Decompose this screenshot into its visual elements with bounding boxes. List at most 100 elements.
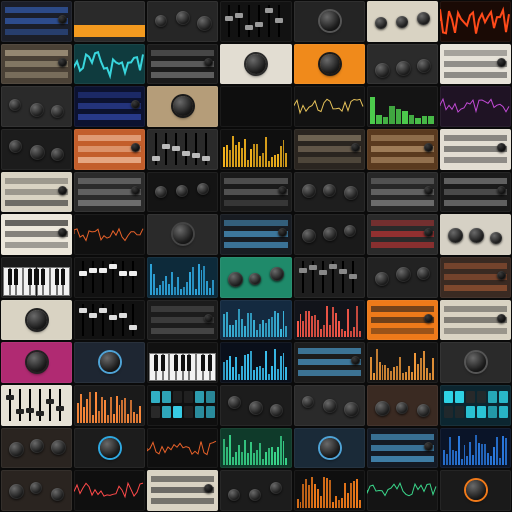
meter-bar — [302, 484, 305, 508]
plugin-tile-bigknob — [439, 342, 511, 383]
fader-cap — [89, 268, 98, 273]
meter-bar — [402, 373, 405, 380]
meter-bar — [121, 399, 124, 423]
plugin-tile-bigknob — [293, 427, 365, 469]
piano-black-key — [7, 269, 12, 286]
knob-icon — [173, 96, 194, 117]
plugin-tile-knobs — [220, 470, 292, 511]
plugin-tile-line — [293, 86, 365, 127]
meter-bar — [451, 450, 454, 466]
meter-bar — [130, 399, 133, 423]
meter-bar — [255, 367, 258, 380]
knob-icon — [423, 185, 433, 195]
drum-pad — [162, 391, 172, 403]
meter-bar — [472, 455, 475, 466]
plugin-tile-knobs — [366, 257, 438, 298]
fader-cap — [119, 312, 128, 318]
fader-cap — [182, 151, 191, 156]
meter-bar — [279, 145, 282, 167]
plugin-tile-rack — [293, 129, 365, 170]
knob-icon — [270, 267, 285, 281]
plugin-tile-wave — [74, 43, 146, 85]
meter-bar — [337, 321, 340, 338]
rack-slot — [443, 135, 507, 141]
knob-icon — [416, 267, 430, 280]
rack-slot — [224, 242, 288, 249]
rack-slot — [5, 199, 69, 206]
meter-bar — [346, 493, 349, 508]
piano-black-key — [187, 354, 192, 371]
plugin-tile-line — [366, 470, 438, 511]
meter-bar — [133, 411, 136, 423]
knob-icon — [9, 441, 24, 457]
fader-track — [9, 389, 11, 421]
knob-icon — [322, 399, 337, 413]
meter-bar — [317, 489, 320, 508]
meter-bar — [501, 436, 504, 466]
meter-bar — [270, 366, 273, 380]
rack-slot — [443, 327, 507, 334]
meter-bar — [212, 279, 215, 295]
fader-cap — [348, 274, 357, 279]
knob-icon — [131, 185, 141, 195]
meter-bar — [343, 331, 346, 338]
meter-bar — [244, 440, 247, 466]
drum-pad — [476, 406, 486, 418]
plugin-tile-line — [74, 214, 146, 255]
knob-icon — [497, 143, 506, 152]
fader-cap — [56, 406, 64, 411]
meter-bar — [469, 442, 472, 466]
waveform-display — [74, 227, 144, 243]
meter-bar — [203, 265, 206, 295]
meter-bar — [229, 149, 232, 167]
meter-bar — [481, 444, 484, 466]
meter-bar — [282, 311, 285, 338]
meter-bar — [285, 458, 288, 466]
rack-slot — [78, 92, 142, 99]
meter-bar — [276, 153, 279, 167]
meter-bar — [94, 391, 97, 423]
knob-icon — [395, 267, 411, 282]
plugin-tile-bigknob — [439, 470, 511, 511]
plugin-tile-rack — [439, 171, 511, 213]
rack-slot — [78, 199, 142, 206]
piano-black-key — [14, 269, 19, 286]
meter-bar — [235, 144, 238, 167]
meter-bar — [124, 397, 127, 423]
knob-icon — [51, 105, 64, 119]
rack-slot — [5, 49, 69, 56]
meter-bar — [279, 436, 282, 466]
knob-icon — [9, 484, 24, 500]
rack-slot — [443, 49, 507, 56]
meter-bar — [376, 115, 382, 124]
plugin-tile-bars — [220, 299, 292, 341]
fader-cap — [109, 264, 118, 269]
meter-bar — [308, 311, 311, 338]
waveform-line — [293, 98, 364, 115]
meter-bar — [165, 275, 167, 295]
meter-bar — [276, 447, 279, 466]
meter-bar — [463, 445, 466, 466]
fader-track — [321, 261, 324, 293]
meter-bar — [279, 329, 282, 338]
plugin-tile-keys — [147, 342, 219, 383]
knob-icon — [9, 99, 21, 112]
plugin-tile-wave — [439, 1, 511, 42]
plugin-tile-line — [439, 86, 511, 127]
plugin-tile-bigknob — [74, 427, 146, 469]
plugin-tile-knobs — [366, 43, 438, 85]
knob-icon — [322, 183, 336, 197]
plugin-tile-rack — [220, 214, 292, 255]
knob-icon — [395, 16, 408, 28]
meter-bar — [389, 106, 395, 124]
meter-bar — [252, 370, 255, 380]
meter-bar — [311, 316, 314, 338]
rack-slot — [297, 348, 361, 355]
meter-bar — [273, 154, 276, 167]
meter-bar — [150, 263, 153, 295]
knob-icon — [301, 396, 314, 408]
meter-bar — [235, 320, 238, 338]
meter-bar — [396, 366, 399, 380]
meter-bar — [445, 454, 448, 466]
meter-bar — [442, 450, 445, 466]
